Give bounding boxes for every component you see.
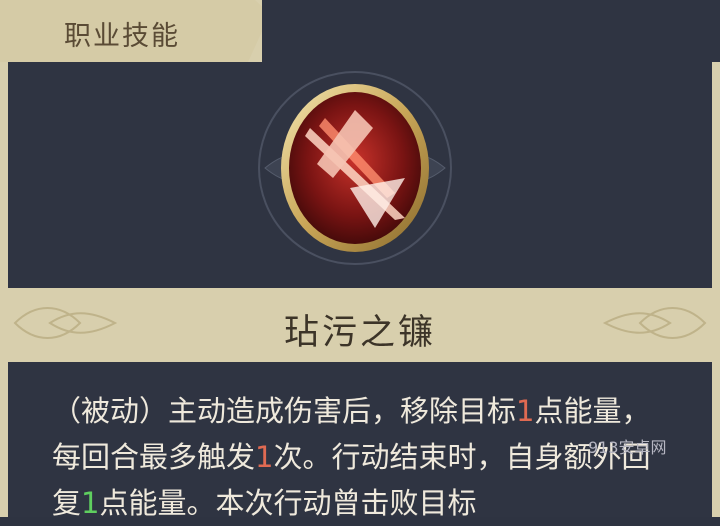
skill-name-band: 玷污之镰: [0, 288, 720, 362]
header-bar: [262, 0, 720, 62]
desc-text-1: （被动）主动造成伤害后，移除目标: [52, 394, 517, 428]
tab-title: 职业技能: [64, 21, 180, 52]
desc-number-1: 1: [516, 394, 535, 428]
watermark: 913安卓网: [588, 438, 667, 457]
skill-description: （被动）主动造成伤害后，移除目标1点能量，每回合最多触发1次。行动结束时，自身额…: [52, 388, 672, 526]
tab-profession-skill[interactable]: 职业技能: [0, 0, 270, 62]
scythe-icon: [258, 71, 452, 265]
skill-icon-container[interactable]: [255, 68, 455, 268]
skill-name: 玷污之镰: [283, 313, 436, 353]
desc-number-3: 1: [81, 486, 100, 520]
desc-number-2: 1: [255, 440, 274, 474]
desc-text-4: 点能量。本次行动曾击败目标: [99, 486, 477, 520]
